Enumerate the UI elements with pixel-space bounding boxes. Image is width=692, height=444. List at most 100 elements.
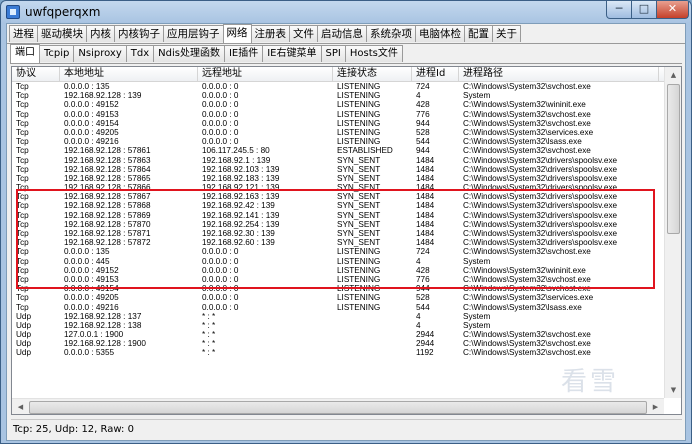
sub-tab-5[interactable]: IE插件 <box>223 45 264 62</box>
main-tab-12[interactable]: 关于 <box>492 25 521 42</box>
table-row[interactable]: Tcp 0.0.0.0 : 49152 0.0.0.0 : 0 LISTENING 42… <box>12 266 664 275</box>
table-cell: 1484 <box>416 219 435 229</box>
table-row[interactable]: Udp 192.168.92.128 : 138 * : * 4 System <box>12 321 664 330</box>
sub-tab-4[interactable]: Ndis处理函数 <box>153 45 225 62</box>
table-cell: * : * <box>202 330 216 340</box>
column-header-3[interactable]: 连接状态 <box>333 67 412 81</box>
sub-tab-2[interactable]: Nsiproxy <box>73 45 127 62</box>
column-header-0[interactable]: 协议 <box>12 67 60 81</box>
table-cell: Tcp <box>16 109 29 119</box>
main-tab-4[interactable]: 应用层钩子 <box>163 25 224 42</box>
table-cell: LISTENING <box>337 91 381 101</box>
sub-tab-1[interactable]: Tcpip <box>39 45 75 62</box>
column-header-1[interactable]: 本地地址 <box>60 67 198 81</box>
table-cell: 4 <box>416 91 421 101</box>
main-tab-7[interactable]: 文件 <box>289 25 318 42</box>
table-row[interactable]: Tcp 192.168.92.128 : 57867 192.168.92.163 … <box>12 192 664 201</box>
table-cell: 192.168.92.121 : 139 <box>202 183 280 193</box>
table-row[interactable]: Tcp 0.0.0.0 : 49216 0.0.0.0 : 0 LISTENING 54… <box>12 137 664 146</box>
table-row[interactable]: Tcp 0.0.0.0 : 135 0.0.0.0 : 0 LISTENING 724 C… <box>12 247 664 256</box>
maximize-button[interactable]: □ <box>631 1 657 19</box>
table-cell: 0.0.0.0 : 49216 <box>64 137 119 147</box>
main-tab-8[interactable]: 启动信息 <box>317 25 367 42</box>
table-cell: * : * <box>202 339 216 349</box>
table-row[interactable]: Tcp 192.168.92.128 : 57865 192.168.92.183 … <box>12 174 664 183</box>
vertical-scroll-thumb[interactable] <box>667 84 680 234</box>
table-cell: 0.0.0.0 : 49152 <box>64 265 119 275</box>
sub-tab-0[interactable]: 端口 <box>10 44 40 63</box>
scroll-up-icon[interactable]: ▲ <box>665 67 681 83</box>
table-row[interactable]: Udp 0.0.0.0 : 5355 * : * 1192 C:\Windows\Sys… <box>12 348 664 357</box>
main-tab-2[interactable]: 内核 <box>86 25 115 42</box>
table-cell: 127.0.0.1 : 1900 <box>64 330 124 340</box>
table-cell: System <box>463 320 491 330</box>
main-tab-5[interactable]: 网络 <box>222 24 252 43</box>
table-row[interactable]: Tcp 0.0.0.0 : 445 0.0.0.0 : 0 LISTENING 4 Sys… <box>12 257 664 266</box>
table-row[interactable]: Tcp 192.168.92.128 : 57871 192.168.92.30 :… <box>12 229 664 238</box>
horizontal-scroll-thumb[interactable] <box>29 401 647 414</box>
table-cell: 0.0.0.0 : 0 <box>202 118 239 128</box>
sub-tab-6[interactable]: IE右键菜单 <box>262 45 322 62</box>
main-tab-1[interactable]: 驱动模块 <box>37 25 87 42</box>
column-header-4[interactable]: 进程Id <box>412 67 459 81</box>
minimize-button[interactable]: ─ <box>606 1 632 19</box>
table-row[interactable]: Tcp 0.0.0.0 : 49153 0.0.0.0 : 0 LISTENING 77… <box>12 110 664 119</box>
table-row[interactable]: Tcp 192.168.92.128 : 57863 192.168.92.1 : … <box>12 156 664 165</box>
table-row[interactable]: Tcp 0.0.0.0 : 49152 0.0.0.0 : 0 LISTENING 42… <box>12 100 664 109</box>
close-button[interactable]: ✕ <box>656 1 689 19</box>
column-header-5[interactable]: 进程路径 <box>459 67 659 81</box>
table-row[interactable]: Tcp 192.168.92.128 : 57861 106.117.245.5 :… <box>12 146 664 155</box>
table-cell: 192.168.92.128 : 57861 <box>64 146 151 156</box>
main-tab-11[interactable]: 配置 <box>464 25 493 42</box>
table-row[interactable]: Tcp 0.0.0.0 : 135 0.0.0.0 : 0 LISTENING 724 C… <box>12 82 664 91</box>
table-row[interactable]: Tcp 192.168.92.128 : 139 0.0.0.0 : 0 LISTEN… <box>12 91 664 100</box>
sub-tab-3[interactable]: Tdx <box>125 45 155 62</box>
table-row[interactable]: Tcp 0.0.0.0 : 49154 0.0.0.0 : 0 LISTENING 94… <box>12 119 664 128</box>
table-cell: 0.0.0.0 : 49152 <box>64 100 119 110</box>
title-bar[interactable]: uwfqperqxm ─ □ ✕ <box>1 1 691 23</box>
table-row[interactable]: Tcp 0.0.0.0 : 49153 0.0.0.0 : 0 LISTENING 77… <box>12 275 664 284</box>
table-row[interactable]: Tcp 192.168.92.128 : 57870 192.168.92.254 … <box>12 220 664 229</box>
horizontal-scrollbar[interactable]: ◀ ▶ <box>12 398 664 414</box>
scroll-down-icon[interactable]: ▼ <box>665 382 681 398</box>
main-tab-0[interactable]: 进程 <box>9 25 38 42</box>
table-cell: C:\Windows\System32\drivers\spoolsv.exe <box>463 229 618 238</box>
table-cell: SYN_SENT <box>337 183 381 193</box>
main-tab-6[interactable]: 注册表 <box>250 25 290 42</box>
table-cell: 192.168.92.128 : 57863 <box>64 155 151 165</box>
main-tab-3[interactable]: 内核钩子 <box>114 25 164 42</box>
port-list[interactable]: 协议 本地地址 远程地址 连接状态 进程Id 进程路径 Tcp 0.0.0.0 : 135 0… <box>11 66 682 415</box>
main-tab-9[interactable]: 系统杂项 <box>366 25 416 42</box>
vertical-scrollbar[interactable]: ▲ ▼ <box>664 67 681 398</box>
sub-tab-8[interactable]: Hosts文件 <box>344 45 403 62</box>
table-row[interactable]: Tcp 192.168.92.128 : 57864 192.168.92.103 … <box>12 165 664 174</box>
table-cell: Tcp <box>16 173 29 183</box>
table-row[interactable]: Tcp 0.0.0.0 : 49154 0.0.0.0 : 0 LISTENING 94… <box>12 284 664 293</box>
table-cell: C:\Windows\System32\drivers\spoolsv.exe <box>463 210 618 220</box>
table-cell: C:\Windows\System32\svchost.exe <box>463 109 591 119</box>
scroll-right-icon[interactable]: ▶ <box>647 399 664 414</box>
column-header-2[interactable]: 远程地址 <box>198 67 333 81</box>
table-cell: 192.168.92.128 : 139 <box>64 91 142 101</box>
table-cell: 0.0.0.0 : 135 <box>64 82 110 91</box>
table-cell: 724 <box>416 247 430 257</box>
table-row[interactable]: Tcp 192.168.92.128 : 57872 192.168.92.60 :… <box>12 238 664 247</box>
table-row[interactable]: Tcp 0.0.0.0 : 49216 0.0.0.0 : 0 LISTENING 54… <box>12 303 664 312</box>
window-title: uwfqperqxm <box>25 5 101 19</box>
table-cell: 1484 <box>416 201 435 211</box>
table-row[interactable]: Tcp 0.0.0.0 : 49205 0.0.0.0 : 0 LISTENING 52… <box>12 293 664 302</box>
table-row[interactable]: Tcp 192.168.92.128 : 57866 192.168.92.121 … <box>12 183 664 192</box>
scroll-left-icon[interactable]: ◀ <box>12 399 29 414</box>
table-row[interactable]: Udp 192.168.92.128 : 1900 * : * 2944 C:\Wind… <box>12 339 664 348</box>
table-cell: 724 <box>416 82 430 91</box>
main-tab-10[interactable]: 电脑体检 <box>415 25 465 42</box>
table-row[interactable]: Tcp 0.0.0.0 : 49205 0.0.0.0 : 0 LISTENING 52… <box>12 128 664 137</box>
table-cell: Tcp <box>16 302 29 312</box>
table-cell: 192.168.92.163 : 139 <box>202 192 280 202</box>
table-cell: 1484 <box>416 210 435 220</box>
table-row[interactable]: Udp 192.168.92.128 : 137 * : * 4 System <box>12 312 664 321</box>
table-row[interactable]: Tcp 192.168.92.128 : 57869 192.168.92.141 … <box>12 211 664 220</box>
table-row[interactable]: Tcp 192.168.92.128 : 57868 192.168.92.42 :… <box>12 201 664 210</box>
sub-tab-7[interactable]: SPI <box>320 45 346 62</box>
table-row[interactable]: Udp 127.0.0.1 : 1900 * : * 2944 C:\Windows\S… <box>12 330 664 339</box>
